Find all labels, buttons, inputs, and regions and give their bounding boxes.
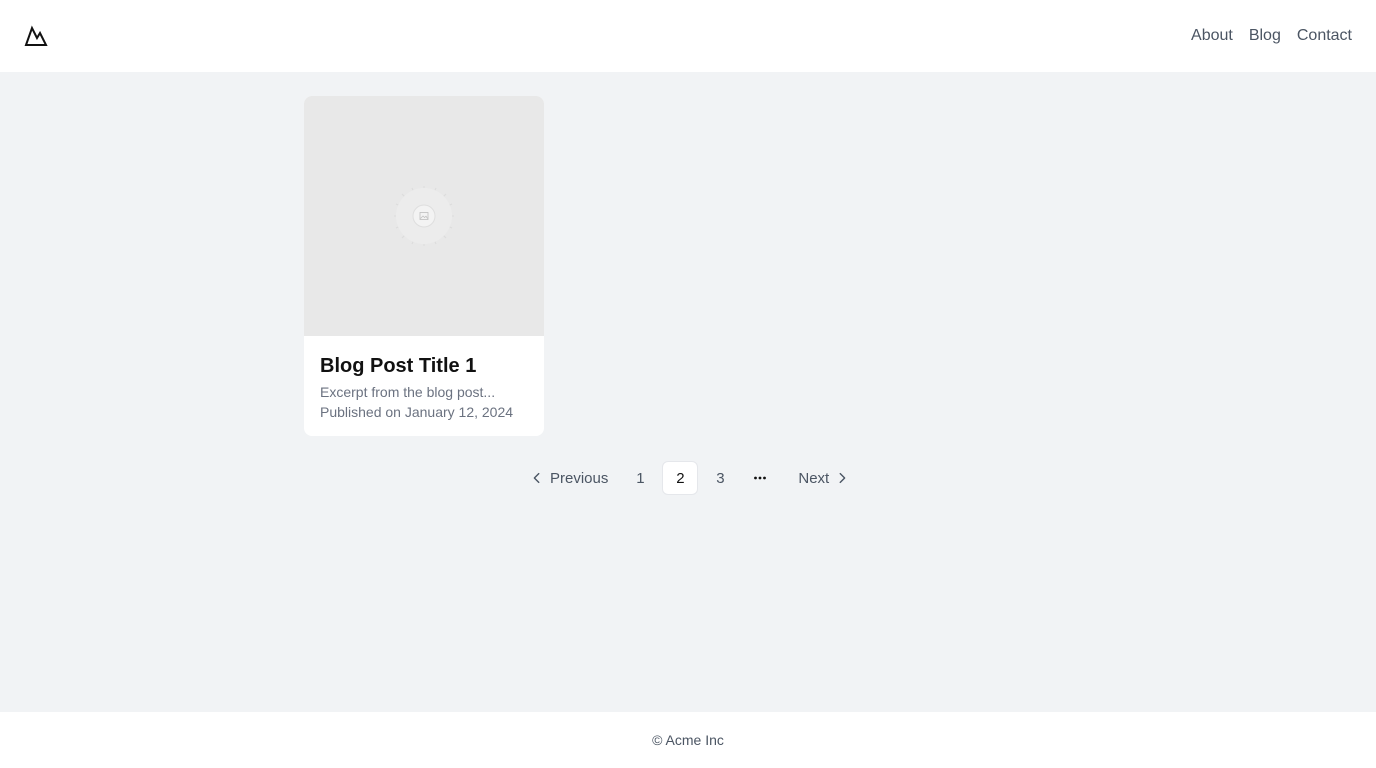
main-nav: About Blog Contact: [1191, 27, 1352, 45]
blog-post-card[interactable]: Blog Post Title 1 Excerpt from the blog …: [304, 96, 544, 436]
copyright-text: © Acme Inc: [652, 732, 724, 748]
main-content: Blog Post Title 1 Excerpt from the blog …: [0, 72, 1376, 712]
post-image: [304, 96, 544, 336]
post-title[interactable]: Blog Post Title 1: [320, 356, 528, 376]
next-label: Next: [798, 469, 830, 487]
next-page-button[interactable]: Next: [782, 461, 855, 495]
previous-page-button[interactable]: Previous: [524, 461, 618, 495]
nav-contact-link[interactable]: Contact: [1297, 27, 1352, 45]
chevron-left-icon: [530, 471, 544, 485]
previous-label: Previous: [550, 469, 609, 487]
page-2-button[interactable]: 2: [662, 461, 699, 495]
page-3-button[interactable]: 3: [702, 461, 738, 495]
site-footer: © Acme Inc: [0, 712, 1376, 768]
more-pages-icon: [742, 461, 778, 495]
nav-about-link[interactable]: About: [1191, 27, 1233, 45]
nav-blog-link[interactable]: Blog: [1249, 27, 1281, 45]
chevron-right-icon: [835, 471, 849, 485]
mountain-icon[interactable]: [24, 24, 48, 48]
image-placeholder-icon: [394, 186, 454, 246]
post-date: Published on January 12, 2024: [320, 404, 514, 420]
site-header: About Blog Contact: [0, 0, 1376, 72]
page-1-button[interactable]: 1: [622, 461, 658, 495]
pagination: Previous 1 2 3 Next: [524, 461, 855, 495]
post-excerpt: Excerpt from the blog post...: [320, 384, 496, 400]
post-body: Blog Post Title 1 Excerpt from the blog …: [304, 336, 544, 422]
